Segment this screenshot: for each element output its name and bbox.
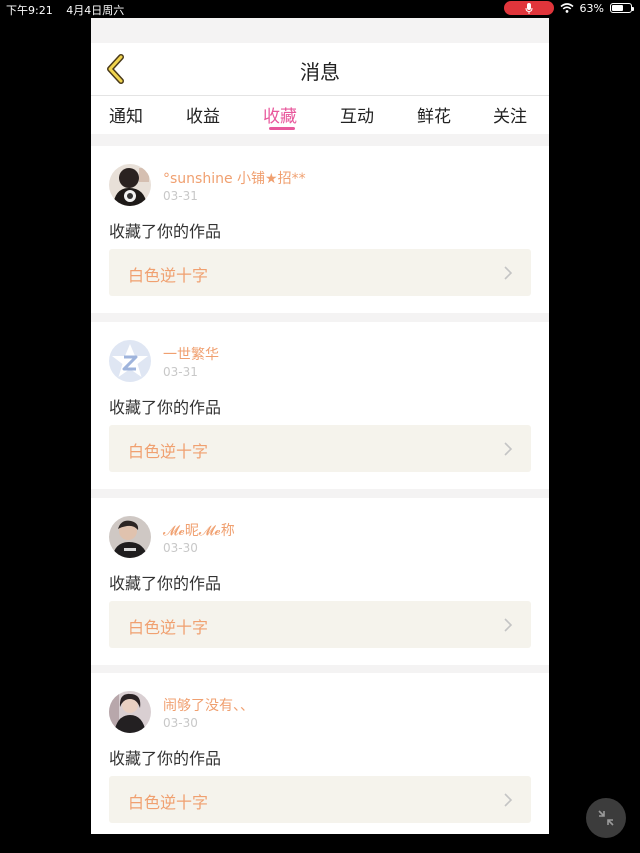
wifi-icon [560, 3, 574, 13]
work-title: 白色逆十字 [128, 442, 209, 461]
message-text: 收藏了你的作品 [109, 749, 222, 768]
microphone-icon [503, 1, 554, 15]
tab-following[interactable]: 关注 [493, 102, 527, 127]
username[interactable]: °sunshine 小铺★招** [163, 168, 306, 188]
message-card: 𝓜𝓮昵𝓜𝓮称 03-30 收藏了你的作品 白色逆十字 [91, 498, 549, 665]
active-tab-indicator [269, 127, 295, 130]
tab-notifications[interactable]: 通知 [109, 102, 143, 127]
tab-interactions[interactable]: 互动 [340, 102, 374, 127]
battery-percent: 63% [579, 1, 604, 15]
page-title: 消息 [300, 60, 340, 84]
tab-favorites[interactable]: 收藏 [263, 102, 297, 127]
work-title: 白色逆十字 [128, 793, 209, 812]
chevron-right-icon [504, 793, 513, 807]
chevron-right-icon [504, 618, 513, 632]
work-link[interactable]: 白色逆十字 [109, 249, 531, 296]
header: 消息 [91, 43, 549, 95]
tab-bar: 通知 收益 收藏 互动 鲜花 关注 [91, 96, 549, 134]
message-card: 闹够了没有、、 03-30 收藏了你的作品 白色逆十字 [91, 673, 549, 834]
message-panel: 消息 通知 收益 收藏 互动 鲜花 关注 °sunshine 小铺★招** 03… [91, 18, 549, 834]
username[interactable]: 𝓜𝓮昵𝓜𝓮称 [163, 520, 235, 540]
avatar[interactable] [109, 340, 151, 382]
avatar[interactable] [109, 164, 151, 206]
avatar[interactable] [109, 691, 151, 733]
message-card: °sunshine 小铺★招** 03-31 收藏了你的作品 白色逆十字 [91, 146, 549, 313]
username[interactable]: 闹够了没有、、 [163, 695, 254, 715]
message-card: 一世繁华 03-31 收藏了你的作品 白色逆十字 [91, 322, 549, 489]
work-title: 白色逆十字 [128, 618, 209, 637]
chevron-right-icon [504, 266, 513, 280]
status-time: 下午9:21 [6, 4, 53, 17]
tab-flowers[interactable]: 鲜花 [417, 102, 451, 127]
work-link[interactable]: 白色逆十字 [109, 601, 531, 648]
work-title: 白色逆十字 [128, 266, 209, 285]
work-link[interactable]: 白色逆十字 [109, 776, 531, 823]
tab-earnings[interactable]: 收益 [186, 102, 220, 127]
message-text: 收藏了你的作品 [109, 398, 222, 417]
status-date: 4月4日周六 [66, 4, 125, 17]
status-bar: 下午9:21 4月4日周六 63% [0, 0, 640, 18]
username[interactable]: 一世繁华 [163, 344, 219, 364]
message-text: 收藏了你的作品 [109, 222, 222, 241]
avatar[interactable] [109, 516, 151, 558]
battery-icon [610, 3, 634, 13]
collapse-arrows-icon [598, 810, 614, 826]
message-date: 03-31 [163, 189, 198, 203]
message-text: 收藏了你的作品 [109, 574, 222, 593]
collapse-button[interactable] [586, 798, 626, 838]
message-date: 03-30 [163, 716, 198, 730]
work-link[interactable]: 白色逆十字 [109, 425, 531, 472]
message-date: 03-31 [163, 365, 198, 379]
chevron-right-icon [504, 442, 513, 456]
message-date: 03-30 [163, 541, 198, 555]
